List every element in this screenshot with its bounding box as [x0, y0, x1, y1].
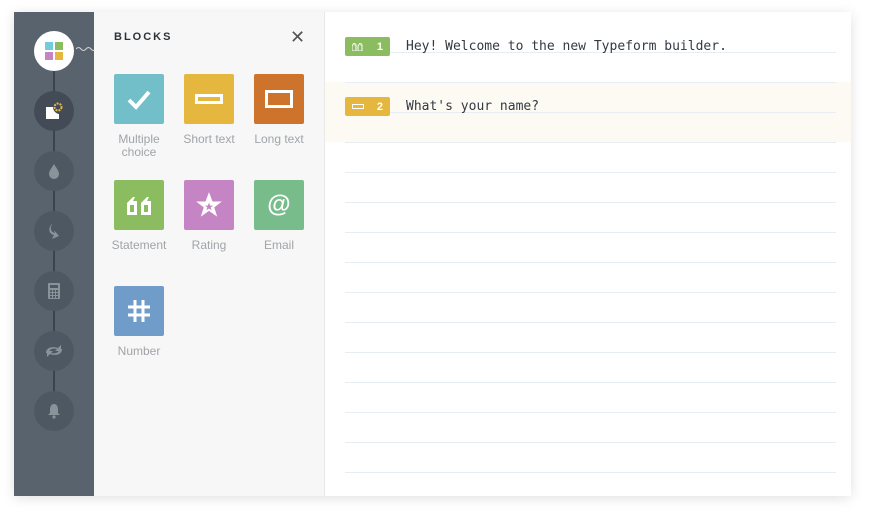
block-statement[interactable]: Statement [104, 180, 174, 252]
sidebar-item-calculator[interactable] [34, 271, 74, 311]
sidebar-item-notifications[interactable] [34, 391, 74, 431]
block-label: Rating [191, 238, 227, 252]
ruled-line [345, 412, 836, 413]
ruled-line [345, 442, 836, 443]
question-badge: 1 [345, 37, 390, 56]
ruled-line [345, 262, 836, 263]
checkmark-icon [127, 90, 151, 110]
integrations-icon [46, 345, 62, 357]
ruled-line [345, 202, 836, 203]
quote-icon [127, 197, 151, 215]
long-text-icon [265, 90, 293, 108]
ruled-line [345, 472, 836, 473]
ruled-line [345, 172, 836, 173]
block-short-text[interactable]: Short text [174, 74, 244, 146]
close-icon[interactable]: ✕ [290, 27, 305, 48]
block-label: Short text [183, 132, 235, 146]
block-label: Long text [254, 132, 304, 146]
quote-icon [352, 42, 363, 51]
ruled-line [345, 352, 836, 353]
sidebar-item-blocks[interactable] [34, 31, 74, 71]
ruled-line [345, 232, 836, 233]
ruled-line [345, 292, 836, 293]
question-badge: 2 [345, 97, 390, 116]
block-rating[interactable]: Rating [174, 180, 244, 252]
block-long-text[interactable]: Long text [244, 74, 314, 146]
ruled-line [345, 382, 836, 383]
form-canvas: 1 Hey! Welcome to the new Typeform build… [325, 12, 851, 496]
at-icon: @ [267, 191, 291, 218]
ruled-line [345, 322, 836, 323]
question-number: 2 [376, 100, 383, 113]
ruled-line [345, 82, 836, 83]
block-label: Multiple choice [118, 132, 160, 159]
blocks-title: BLOCKS [114, 31, 173, 43]
question-2[interactable]: 2 What's your name? [345, 97, 539, 116]
short-text-icon [195, 94, 223, 104]
calculator-icon [48, 283, 60, 299]
blocks-icon [45, 42, 63, 60]
drop-icon [49, 164, 59, 179]
sidebar-item-integrations[interactable] [34, 331, 74, 371]
bell-icon [48, 404, 60, 419]
star-icon [196, 192, 222, 217]
question-text: What's your name? [406, 99, 540, 114]
hash-icon [128, 300, 150, 322]
sidebar-item-settings[interactable] [34, 91, 74, 131]
block-label: Email [263, 238, 294, 252]
builder-window: BLOCKS ✕ Multiple choice Short text Long… [14, 12, 851, 496]
question-1[interactable]: 1 Hey! Welcome to the new Typeform build… [345, 37, 727, 56]
block-label: Statement [111, 238, 167, 252]
question-number: 1 [376, 40, 383, 53]
question-text: Hey! Welcome to the new Typeform builder… [406, 39, 727, 54]
block-multiple-choice[interactable]: Multiple choice [104, 74, 174, 159]
sidebar [14, 12, 96, 496]
block-email[interactable]: @ Email [244, 180, 314, 252]
block-label: Number [117, 344, 161, 358]
wave-decoration [76, 47, 96, 51]
sidebar-item-logic[interactable] [34, 211, 74, 251]
settings-icon [46, 102, 63, 119]
block-number[interactable]: Number [104, 286, 174, 358]
sidebar-item-design[interactable] [34, 151, 74, 191]
logic-jump-icon [49, 223, 59, 239]
ruled-line [345, 142, 836, 143]
blocks-panel: BLOCKS ✕ Multiple choice Short text Long… [94, 12, 325, 496]
short-text-icon [352, 104, 364, 109]
